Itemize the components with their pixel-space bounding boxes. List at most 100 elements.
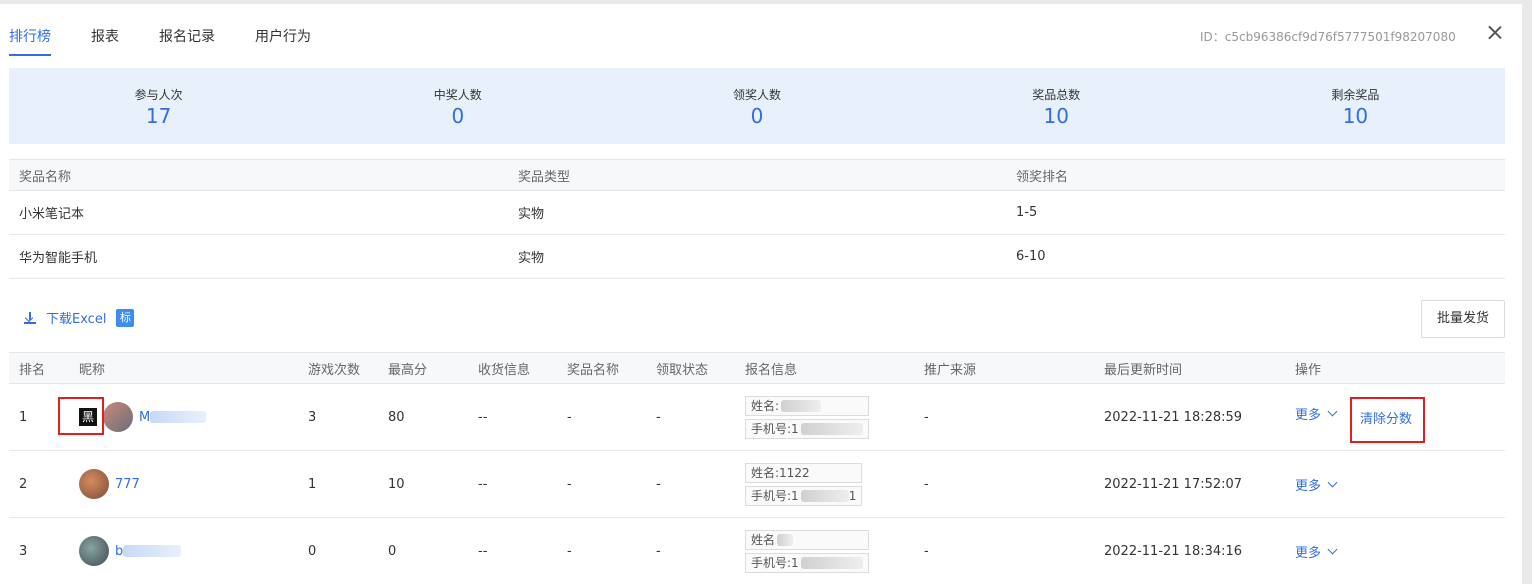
shipping: -- <box>478 476 488 492</box>
stats-panel: 参与人次 17 中奖人数 0 领奖人数 0 奖品总数 10 剩余奖品 10 <box>9 68 1505 144</box>
tab-signup-records[interactable]: 报名记录 <box>159 26 215 46</box>
rank: 3 <box>19 543 28 559</box>
stat-value: 10 <box>1043 104 1069 128</box>
nickname-cell: 777 <box>79 451 140 517</box>
actions-cell: 更多 <box>1295 451 1338 517</box>
blurred-text <box>800 422 863 435</box>
plays: 0 <box>308 543 317 559</box>
signup-info: 姓名: 手机号:1 <box>745 384 869 450</box>
modal-header: 排行榜 报表 报名记录 用户行为 ID：c5cb96386cf9d76f5777… <box>0 4 1522 68</box>
claim-status: - <box>656 409 661 425</box>
table-row: 小米笔记本 实物 1-5 <box>9 191 1505 235</box>
stat-participants: 参与人次 17 <box>9 68 308 144</box>
signup-name-tag: 姓名:1122 <box>745 462 863 483</box>
stat-value: 0 <box>750 104 764 128</box>
signup-info: 姓名 手机号:1 <box>745 518 869 584</box>
source: - <box>924 409 929 425</box>
stat-value: 0 <box>451 104 465 128</box>
header-source: 推广来源 <box>924 362 977 378</box>
more-label: 更多 <box>1295 407 1322 423</box>
download-icon <box>24 311 36 324</box>
stat-label: 剩余奖品 <box>1331 88 1380 102</box>
plays: 1 <box>308 476 317 492</box>
signup-info: 姓名:1122 手机号:1 1 <box>745 451 863 517</box>
ranking-table: 排名 昵称 游戏次数 最高分 收货信息 奖品名称 领取状态 报名信息 推广来源 … <box>9 352 1505 584</box>
nickname-link[interactable]: b <box>115 544 182 559</box>
nickname-link[interactable]: M <box>139 410 207 425</box>
actions-cell: 更多 <box>1295 518 1338 584</box>
more-dropdown[interactable]: 更多 <box>1295 475 1338 494</box>
actions-cell: 更多 <box>1295 380 1338 446</box>
tab-ranking[interactable]: 排行榜 <box>9 26 51 46</box>
more-label: 更多 <box>1295 478 1322 494</box>
signup-name: 姓名: <box>751 399 780 413</box>
prize-table-header: 奖品名称 奖品类型 领奖排名 <box>9 159 1505 191</box>
claim-status: - <box>656 476 661 492</box>
nickname-link[interactable]: 777 <box>115 477 140 492</box>
stat-remaining-prizes: 剩余奖品 10 <box>1206 68 1505 144</box>
shipping: -- <box>478 409 488 425</box>
shipping: -- <box>478 543 488 559</box>
tag-badge[interactable]: 标 <box>116 308 135 327</box>
prize-name: - <box>567 476 572 492</box>
tab-user-behavior[interactable]: 用户行为 <box>255 26 311 46</box>
batch-ship-button[interactable]: 批量发货 <box>1421 300 1505 338</box>
updated-time: 2022-11-21 18:28:59 <box>1104 409 1243 425</box>
backdrop-edge <box>1522 0 1532 584</box>
claim-status: - <box>656 543 661 559</box>
rank: 2 <box>19 476 28 492</box>
ranking-table-header: 排名 昵称 游戏次数 最高分 收货信息 奖品名称 领取状态 报名信息 推广来源 … <box>9 352 1505 384</box>
signup-name-tag: 姓名: <box>745 395 869 416</box>
activity-id: ID：c5cb96386cf9d76f5777501f98207080 <box>1200 30 1456 44</box>
header-actions: 操作 <box>1295 362 1322 378</box>
high-score: 10 <box>388 476 405 492</box>
header-nickname: 昵称 <box>79 362 106 378</box>
header-updated: 最后更新时间 <box>1104 362 1183 378</box>
close-icon[interactable] <box>1486 24 1504 42</box>
chevron-down-icon <box>1327 406 1338 416</box>
stat-claimed: 领奖人数 0 <box>607 68 906 144</box>
signup-phone-tag: 手机号:1 <box>745 552 869 573</box>
high-score: 0 <box>388 543 397 559</box>
chevron-down-icon <box>1327 544 1338 554</box>
stat-label: 参与人次 <box>134 88 183 102</box>
signup-name: 姓名 <box>751 533 776 547</box>
prize-rank: 1-5 <box>1016 205 1038 220</box>
chevron-down-icon <box>1327 477 1338 487</box>
prize-name: - <box>567 409 572 425</box>
signup-phone-tag: 手机号:1 <box>745 418 869 439</box>
updated-time: 2022-11-21 18:34:16 <box>1104 543 1243 559</box>
prize-name: 小米笔记本 <box>19 207 85 222</box>
rank: 1 <box>19 409 28 425</box>
stat-label: 领奖人数 <box>733 88 782 102</box>
table-row: 1 黑 M 3 80 -- - - 姓名: 手机号:1 - 2022-11-21… <box>9 384 1505 451</box>
signup-phone: 手机号:1 <box>751 489 799 503</box>
prize-table: 奖品名称 奖品类型 领奖排名 小米笔记本 实物 1-5 华为智能手机 实物 6-… <box>9 159 1505 279</box>
blurred-text <box>123 545 182 557</box>
table-row: 3 b 0 0 -- - - 姓名 手机号:1 - 2022-11-21 18:… <box>9 518 1505 584</box>
ranking-modal: 排行榜 报表 报名记录 用户行为 ID：c5cb96386cf9d76f5777… <box>0 4 1522 584</box>
high-score: 80 <box>388 409 405 425</box>
highlight-box <box>1350 397 1425 443</box>
nickname-cell: b <box>79 518 182 584</box>
download-excel-link[interactable]: 下载Excel 标 <box>24 308 135 327</box>
header-claim-status: 领取状态 <box>656 362 709 378</box>
header-signup-info: 报名信息 <box>745 362 798 378</box>
header-plays: 游戏次数 <box>308 362 361 378</box>
stat-value: 17 <box>145 104 172 128</box>
blurred-text <box>800 489 849 502</box>
table-row: 2 777 1 10 -- - - 姓名:1122 手机号:1 1 - 2022-… <box>9 451 1505 518</box>
more-dropdown[interactable]: 更多 <box>1295 542 1338 561</box>
highlight-box <box>58 397 104 435</box>
tab-report[interactable]: 报表 <box>91 26 119 46</box>
avatar <box>103 402 133 432</box>
stat-label: 中奖人数 <box>433 88 482 102</box>
blurred-text <box>777 533 794 546</box>
blurred-text <box>800 556 863 569</box>
header-rank: 排名 <box>19 362 46 378</box>
header-high-score: 最高分 <box>388 362 428 378</box>
signup-phone: 手机号:1 <box>751 422 799 436</box>
stat-total-prizes: 奖品总数 10 <box>907 68 1206 144</box>
blurred-text <box>150 411 207 423</box>
more-dropdown[interactable]: 更多 <box>1295 404 1338 423</box>
